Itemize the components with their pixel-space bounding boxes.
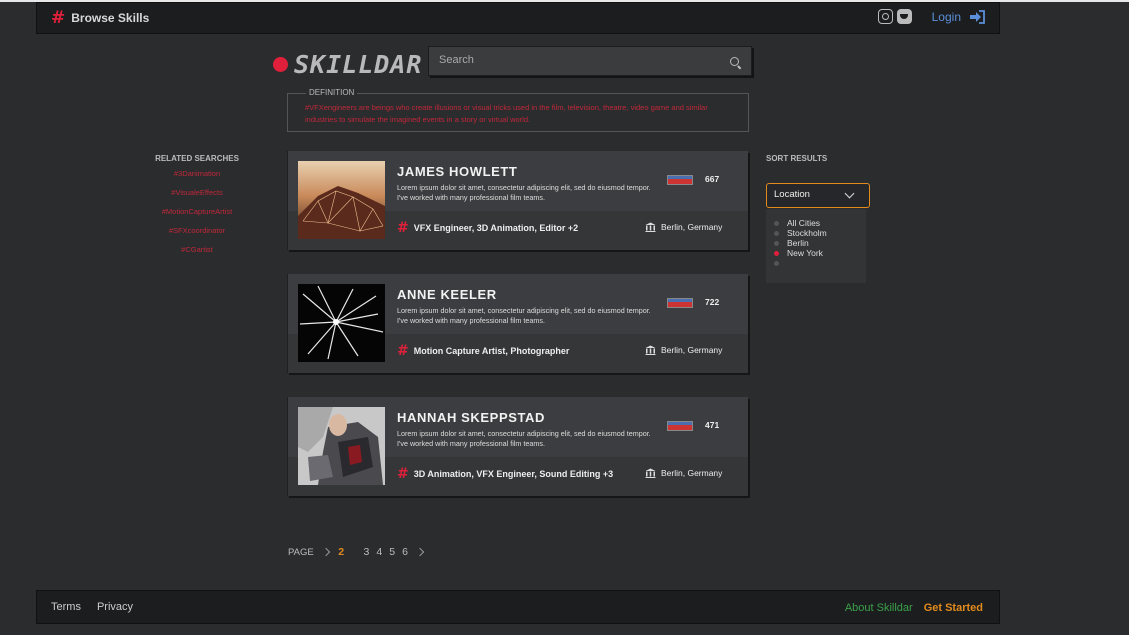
related-search-link[interactable]: #SFXcoordinator <box>150 226 244 235</box>
profile-description: Lorem ipsum dolor sit amet, consectetur … <box>397 306 651 325</box>
skilldar-logo[interactable]: SKILLDAR <box>273 50 422 79</box>
profile-description: Lorem ipsum dolor sit amet, consectetur … <box>397 429 651 448</box>
profile-location-text: Berlin, Germany <box>661 468 723 478</box>
page-link[interactable]: 5 <box>389 546 395 558</box>
flag-icon <box>667 421 693 431</box>
radio-dot-icon <box>774 250 779 256</box>
profile-name[interactable]: JAMES HOWLETT <box>397 164 517 179</box>
page-link[interactable]: 4 <box>376 546 382 558</box>
page-link[interactable]: 3 <box>364 546 370 558</box>
get-started-link[interactable]: Get Started <box>924 602 983 614</box>
city-label: All Cities <box>787 218 821 228</box>
chevron-down-icon <box>844 188 855 199</box>
radio-dot-icon <box>774 260 779 266</box>
profile-skills-text: VFX Engineer, 3D Animation, Editor +2 <box>413 223 579 233</box>
about-link[interactable]: About Skilldar <box>845 602 913 614</box>
profile-thumbnail <box>298 161 385 239</box>
profile-location: Berlin, Germany <box>645 345 722 355</box>
city-option[interactable]: Berlin <box>766 238 866 248</box>
city-option[interactable]: All Cities <box>766 218 866 228</box>
search-box <box>428 46 752 76</box>
profile-skills: # VFX Engineer, 3D Animation, Editor +2 <box>397 221 578 235</box>
related-search-link[interactable]: #3Danimation <box>150 169 244 178</box>
sort-results-title: SORT RESULTS <box>766 154 828 163</box>
footer: Terms Privacy About Skilldar Get Started <box>36 590 1000 624</box>
profile-name[interactable]: HANNAH SKEPPSTAD <box>397 410 545 425</box>
profile-thumbnail <box>298 284 385 362</box>
profile-location-text: Berlin, Germany <box>661 345 723 355</box>
definition-label: DEFINITION <box>306 88 358 97</box>
related-search-link[interactable]: #VisualeEffects <box>150 188 244 197</box>
city-option[interactable]: New York <box>766 248 866 258</box>
login-link[interactable]: Login <box>932 10 961 24</box>
profile-location-text: Berlin, Germany <box>661 222 723 232</box>
search-input[interactable] <box>429 47 709 73</box>
chevron-right-icon[interactable] <box>416 547 425 557</box>
instagram-icon[interactable] <box>877 9 893 24</box>
sort-select[interactable]: Location <box>766 183 870 208</box>
building-icon <box>645 222 656 232</box>
hashtag-icon: # <box>397 343 409 359</box>
browse-skills-label: Browse Skills <box>71 11 150 25</box>
browse-skills-link[interactable]: # Browse Skills <box>51 8 150 28</box>
profile-skills: # 3D Animation, VFX Engineer, Sound Edit… <box>397 467 613 481</box>
definition-text: #VFXengineers are beings who create illu… <box>305 103 708 124</box>
related-search-link[interactable]: #MotionCaptureArtist <box>150 207 244 216</box>
city-label: Berlin <box>787 238 809 248</box>
page-current[interactable]: 2 <box>338 546 344 558</box>
building-icon <box>645 468 656 478</box>
page-label: PAGE <box>288 546 314 558</box>
search-icon[interactable] <box>730 57 739 66</box>
logo-dot-icon <box>273 57 288 72</box>
sort-results: SORT RESULTS Location All Cities Stockho… <box>766 154 870 283</box>
profile-score: 471 <box>705 420 720 430</box>
hashtag-icon: # <box>51 8 66 28</box>
terms-link[interactable]: Terms <box>51 601 81 613</box>
footer-right: About Skilldar Get Started <box>845 602 983 614</box>
radio-dot-icon <box>774 220 779 226</box>
page-link[interactable]: 6 <box>402 546 408 558</box>
profile-skills-text: Motion Capture Artist, Photographer <box>413 346 570 356</box>
profile-location: Berlin, Germany <box>645 222 722 232</box>
pagination: PAGE 2 3 4 5 6 <box>288 546 429 558</box>
city-option[interactable]: Stockholm <box>766 228 866 238</box>
hashtag-icon: # <box>397 220 409 236</box>
hashtag-icon: # <box>397 466 409 482</box>
radio-dot-icon <box>774 230 779 236</box>
building-icon <box>645 345 656 355</box>
related-search-link[interactable]: #CGartist <box>150 245 244 254</box>
top-navbar: # Browse Skills Login <box>36 2 1000 34</box>
privacy-link[interactable]: Privacy <box>97 601 133 613</box>
radio-dot-icon <box>774 240 779 246</box>
city-label: Stockholm <box>787 228 827 238</box>
profile-name[interactable]: ANNE KEELER <box>397 287 497 302</box>
city-label: New York <box>787 248 823 258</box>
profile-thumbnail <box>298 407 385 485</box>
profile-location: Berlin, Germany <box>645 468 722 478</box>
flag-icon <box>667 298 693 308</box>
related-searches-title: RELATED SEARCHES <box>155 154 239 163</box>
logo-text: SKILLDAR <box>294 50 423 79</box>
chevron-right-icon[interactable] <box>321 547 330 557</box>
profile-score: 667 <box>705 174 720 184</box>
related-searches: RELATED SEARCHES #3Danimation #VisualeEf… <box>150 154 244 264</box>
profile-card[interactable]: JAMES HOWLETT Lorem ipsum dolor sit amet… <box>287 151 748 250</box>
profile-skills-text: 3D Animation, VFX Engineer, Sound Editin… <box>413 469 614 479</box>
profile-card[interactable]: HANNAH SKEPPSTAD Lorem ipsum dolor sit a… <box>287 397 748 496</box>
flag-icon <box>667 175 693 185</box>
sort-select-value: Location <box>774 189 810 200</box>
profile-score: 722 <box>705 297 720 307</box>
profile-card[interactable]: ANNE KEELER Lorem ipsum dolor sit amet, … <box>287 274 748 373</box>
profile-skills: # Motion Capture Artist, Photographer <box>397 344 569 358</box>
login-icon[interactable] <box>969 9 985 24</box>
profile-description: Lorem ipsum dolor sit amet, consectetur … <box>397 183 651 202</box>
topbar-right: Login <box>877 9 985 24</box>
city-list: All Cities Stockholm Berlin New York <box>766 209 866 283</box>
footer-left: Terms Privacy <box>51 601 133 613</box>
definition-box: DEFINITION #VFXengineers are beings who … <box>287 88 749 132</box>
twitter-icon[interactable] <box>896 9 912 24</box>
city-option-empty[interactable] <box>766 258 866 268</box>
